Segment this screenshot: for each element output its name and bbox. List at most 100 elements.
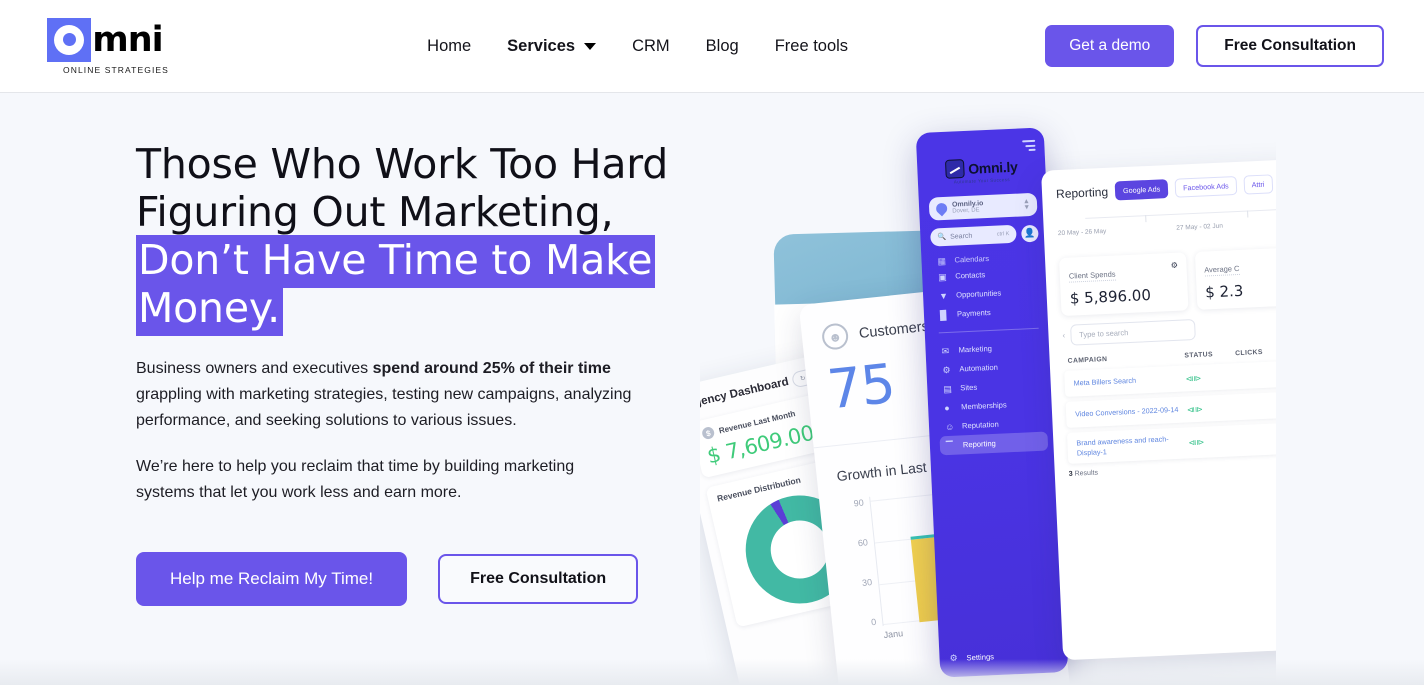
sidebar-item-payments[interactable]: █ Payments — [934, 301, 1043, 325]
sidebar-item-reporting[interactable]: ▔ Reporting — [939, 431, 1049, 456]
free-consultation-hero-button[interactable]: Free Consultation — [438, 554, 639, 604]
y-tick: 60 — [857, 537, 869, 549]
hero-paragraph-2: We’re here to help you reclaim that time… — [136, 458, 575, 501]
omnily-brand: Omni.ly Automate Your Success — [927, 156, 1036, 186]
logo-wordmark: mni — [92, 19, 163, 60]
nav-item-services[interactable]: Services — [507, 36, 597, 56]
stat-value: $ 5,896.00 — [1069, 285, 1152, 308]
column-header-clicks: CLICKS — [1234, 348, 1263, 358]
status-badge: ⧏⧐ — [1186, 404, 1204, 414]
nav-label: Free tools — [774, 36, 849, 55]
reclaim-time-button[interactable]: Help me Reclaim My Time! — [136, 552, 408, 606]
search-icon: 🔍 — [937, 233, 947, 242]
sidebar-item-label: Automation — [959, 362, 999, 374]
campaign-table: CAMPAIGN STATUS CLICKS COST Meta Billers… — [1064, 346, 1300, 478]
omni-o-icon — [47, 17, 92, 62]
client-spends-stat: Client Spends ⚙ $ 5,896.00 — [1059, 252, 1189, 317]
membership-icon: ● — [943, 402, 950, 413]
sidebar-search-row: 🔍 Search ctrl K 👤 — [930, 224, 1039, 247]
funnel-icon: ▼ — [938, 290, 949, 301]
omnily-brand-tagline: Automate Your Success — [953, 176, 1011, 185]
gear-icon: ⚙ — [949, 652, 958, 664]
avatar[interactable]: 👤 — [1020, 224, 1039, 242]
tab-attribution[interactable]: Attri — [1243, 174, 1273, 195]
free-consultation-header-button[interactable]: Free Consultation — [1196, 25, 1384, 67]
timeline-date-labels: 20 May - 26 May 27 May - 02 Jun 03 Jun .… — [1058, 218, 1300, 237]
search-placeholder: Search — [949, 232, 973, 241]
page-title: Those Who Work Too Hard Figuring Out Mar… — [136, 140, 676, 336]
campaign-name: Meta Billers Search — [1073, 375, 1137, 388]
column-header-status: STATUS — [1184, 351, 1214, 360]
primary-navigation: Home Services CRM Blog Free tools — [230, 37, 1045, 56]
header-actions: Get a demo Free Consultation — [1045, 25, 1384, 67]
sidebar-item-label: Contacts — [955, 270, 986, 281]
sidebar-item-label: Sites — [960, 382, 978, 393]
reporting-title: Reporting — [1055, 184, 1109, 201]
user-group-icon: ☻ — [820, 322, 850, 351]
mail-icon: ✉ — [941, 345, 950, 356]
nav-item-home[interactable]: Home — [427, 37, 471, 56]
hero-section: Those Who Work Too Hard Figuring Out Mar… — [0, 92, 1424, 685]
sidebar-item-label: Settings — [966, 651, 995, 662]
location-switcher[interactable]: Omnily.io Dover, DE ▲ ▼ — [928, 192, 1038, 221]
dollar-coin-icon: $ — [700, 425, 716, 441]
timeline-date: 27 May - 02 Jun — [1176, 222, 1224, 232]
mockup-right-mask — [1276, 92, 1300, 685]
payments-icon: █ — [939, 309, 947, 320]
campaign-name: Brand awareness and reach-Display-1 — [1076, 434, 1169, 457]
hero-cta-group: Help me Reclaim My Time! Free Consultati… — [136, 552, 676, 606]
status-badge: ⧏⧐ — [1185, 373, 1202, 383]
sidebar-item-label: Reporting — [962, 438, 996, 450]
brand-logo[interactable]: mni ONLINE STRATEGIES — [40, 17, 170, 75]
omnily-brand-name: Omni.ly — [967, 158, 1018, 177]
nav-item-free-tools[interactable]: Free tools — [775, 37, 848, 56]
calendar-icon: ▦ — [937, 255, 947, 266]
logo-row: mni — [47, 17, 164, 62]
reporting-header: Reporting Google Ads Facebook Ads Attri — [1056, 172, 1300, 203]
table-row[interactable]: Video Conversions - 2022-09-14 ⧏⧐ — [1065, 390, 1300, 428]
sidebar-item-label: Calendars — [954, 253, 990, 265]
gear-icon[interactable]: ⚙ — [1171, 261, 1179, 270]
omnily-brand-row: Omni.ly — [944, 157, 1018, 179]
dashboard-mockup-image: Agency Dashboard ↻ Refresh $ Revenue Las… — [700, 92, 1300, 685]
tab-google-ads[interactable]: Google Ads — [1114, 179, 1169, 201]
reporting-search-row: ‹ Type to search — [1062, 313, 1300, 346]
nav-label: Home — [427, 36, 472, 55]
sites-icon: ▤ — [943, 383, 953, 394]
status-badge: ⧏⧐ — [1188, 437, 1205, 448]
hamburger-icon[interactable] — [1022, 139, 1036, 154]
search-input[interactable]: 🔍 Search ctrl K — [930, 224, 1017, 247]
y-tick: 30 — [861, 577, 873, 589]
hero-inner: Those Who Work Too Hard Figuring Out Mar… — [0, 92, 1424, 685]
nav-label: Blog — [705, 36, 739, 55]
sidebar-item-label: Payments — [956, 307, 991, 319]
sidebar-menu-group-2: ✉ Marketing ⚙ Automation ▤ Sites ● Membe… — [935, 337, 1049, 456]
search-shortcut: ctrl K — [996, 231, 1010, 238]
reporting-panel: Reporting Google Ads Facebook Ads Attri … — [1041, 157, 1300, 661]
campaign-name: Video Conversions - 2022-09-14 — [1074, 405, 1179, 419]
contacts-icon: ▣ — [938, 271, 947, 282]
tab-facebook-ads[interactable]: Facebook Ads — [1174, 175, 1238, 198]
get-a-demo-button[interactable]: Get a demo — [1045, 25, 1175, 67]
site-header: mni ONLINE STRATEGIES Home Services CRM … — [0, 0, 1424, 92]
reporting-stat-cards: Client Spends ⚙ $ 5,896.00 Average C $ 2… — [1059, 246, 1300, 317]
headline-line-1: Those Who Work Too Hard — [136, 140, 669, 188]
reporting-search-input[interactable]: Type to search — [1069, 319, 1196, 346]
location-pin-icon — [933, 200, 950, 217]
stepper-icon[interactable]: ▲ ▼ — [1023, 198, 1031, 211]
hero-paragraph-1: Business owners and executives spend aro… — [136, 356, 636, 434]
chevron-left-icon[interactable]: ‹ — [1062, 331, 1065, 340]
para1-emphasis: spend around 25% of their time — [372, 360, 611, 377]
timeline-date: 20 May - 26 May — [1057, 227, 1107, 238]
stat-label: Average C — [1203, 263, 1240, 277]
para1-part-a: Business owners and executives — [136, 360, 373, 377]
sidebar-menu-group-1: ▦ Calendars ▣ Contacts ▼ Opportunities █… — [931, 250, 1042, 325]
nav-item-blog[interactable]: Blog — [706, 37, 739, 56]
reporting-timeline: 20 May - 26 May 27 May - 02 Jun 03 Jun .… — [1057, 207, 1300, 249]
nav-label: Services — [507, 36, 576, 55]
location-sub: Dover, DE — [952, 207, 980, 215]
sidebar-item-settings[interactable]: ⚙ Settings — [949, 651, 995, 664]
location-text: Omnily.io Dover, DE — [952, 200, 984, 214]
nav-item-crm[interactable]: CRM — [632, 37, 670, 56]
table-row[interactable]: Brand awareness and reach-Display-1 ⧏⧐ — [1066, 421, 1300, 464]
